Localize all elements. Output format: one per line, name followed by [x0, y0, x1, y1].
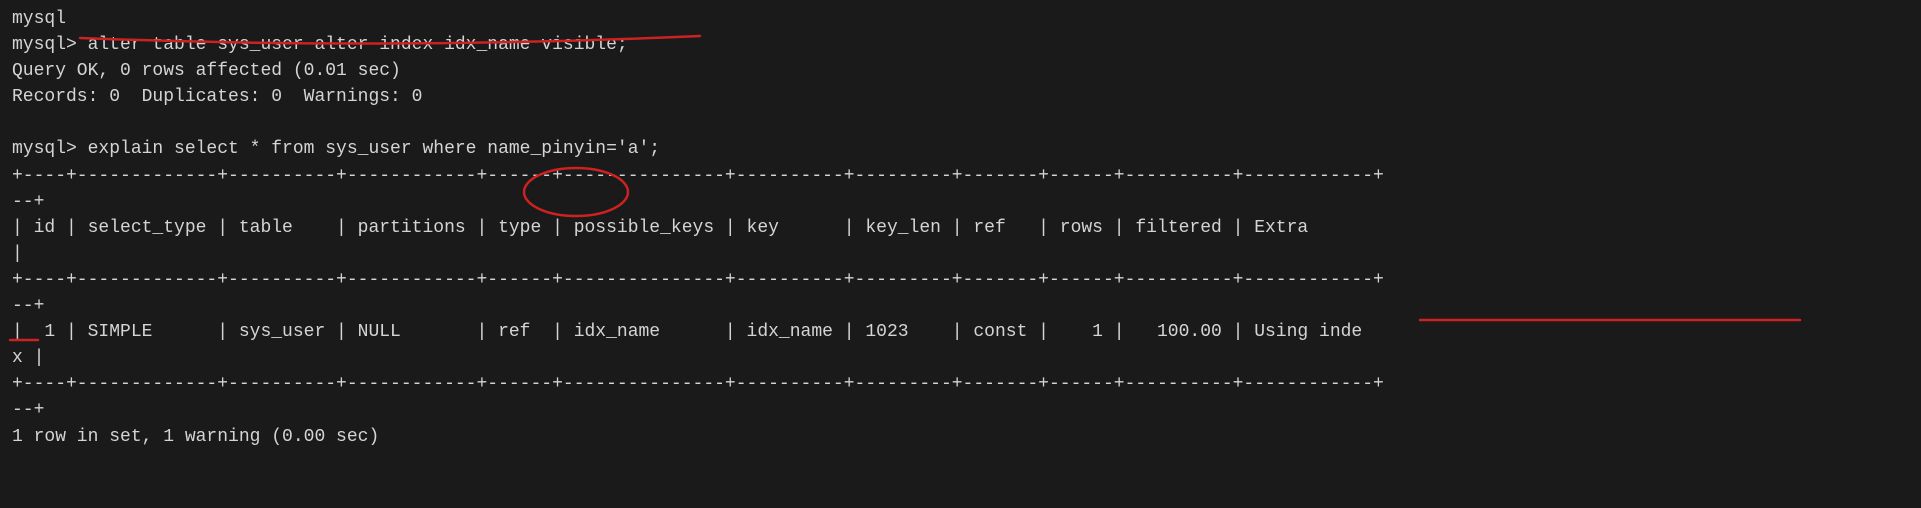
alter-command-text: mysql> alter table sys_user alter index … [12, 32, 1909, 58]
blank-line-1 [12, 110, 1909, 136]
data-row-cont: x | [12, 345, 1909, 371]
records-line: Records: 0 Duplicates: 0 Warnings: 0 [12, 84, 1909, 110]
separator-top-line: +----+-------------+----------+---------… [12, 163, 1909, 189]
header-row-cont: | [12, 241, 1909, 267]
explain-command-line: mysql> explain select * from sys_user wh… [12, 136, 1909, 162]
separator-bot-cont: --+ [12, 397, 1909, 423]
blank-line-2 [12, 450, 1909, 476]
header-row-line: | id | select_type | table | partitions … [12, 215, 1909, 241]
alter-command-line: mysql> alter table sys_user alter index … [12, 32, 1909, 58]
separator-mid-cont: --+ [12, 293, 1909, 319]
query-ok-line: Query OK, 0 rows affected (0.01 sec) [12, 58, 1909, 84]
separator-bot-line: +----+-------------+----------+---------… [12, 371, 1909, 397]
separator-top-cont: --+ [12, 189, 1909, 215]
data-row-line: | 1 | SIMPLE | sys_user | NULL | ref | i… [12, 319, 1909, 345]
separator-mid-line: +----+-------------+----------+---------… [12, 267, 1909, 293]
terminal: mysql mysql> alter table sys_user alter … [0, 0, 1921, 508]
result-line: 1 row in set, 1 warning (0.00 sec) [12, 424, 1909, 450]
line-mysql-prefix: mysql [12, 6, 1909, 32]
